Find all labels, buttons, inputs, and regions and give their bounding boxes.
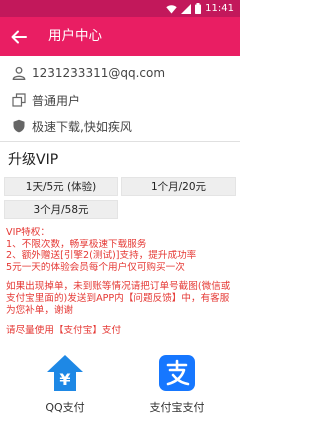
wifi-icon xyxy=(166,4,177,13)
layers-icon xyxy=(12,93,26,107)
app-bar: 用户中心 xyxy=(0,17,240,56)
user-email-row: 1231233311@qq.com xyxy=(12,63,165,83)
user-slogan: 极速下载,快如疾风 xyxy=(32,119,132,134)
plan-3-month-button[interactable]: 3个月/58元 xyxy=(4,200,118,219)
vip-notes: VIP特权： 1、不限次数，畅享极速下载服务 2、额外赠送[引擎2(测试)]支持… xyxy=(6,227,236,337)
notes-prefer-alipay: 请尽量使用【支付宝】支付 xyxy=(6,325,122,337)
notes-line-3: 5元一天的体验会员每个用户仅可购买一次 xyxy=(6,261,185,273)
user-email: 1231233311@qq.com xyxy=(32,66,166,80)
alipay-icon xyxy=(159,355,195,391)
qq-pay-label: QQ支付 xyxy=(45,401,85,414)
alipay-button[interactable]: 支付宝支付 xyxy=(122,347,232,426)
notes-line-1: 1、不限次数，畅享极速下载服务 xyxy=(6,238,147,250)
svg-text:¥: ¥ xyxy=(59,370,70,389)
battery-icon xyxy=(195,3,202,14)
user-slogan-row: 极速下载,快如疾风 xyxy=(12,116,132,136)
alipay-label: 支付宝支付 xyxy=(149,401,205,414)
payment-bar: ¥ QQ支付 支付宝支付 xyxy=(0,347,240,426)
person-icon xyxy=(12,66,26,80)
plan-1-month-button[interactable]: 1个月/20元 xyxy=(121,177,236,196)
status-bar: 11:41 xyxy=(0,0,240,17)
shield-icon xyxy=(12,119,26,133)
notes-heading: VIP特权： xyxy=(6,227,50,238)
user-level: 普通用户 xyxy=(32,93,81,108)
qq-pay-button[interactable]: ¥ QQ支付 xyxy=(10,347,120,426)
status-time: 11:41 xyxy=(205,3,234,14)
notes-missing-order: 如果出现掉单，未到账等情况请把订单号截图(微信或支付宝里面的)发送到APP内【问… xyxy=(6,281,231,316)
back-arrow-icon[interactable] xyxy=(10,28,28,46)
page-title: 用户中心 xyxy=(48,28,102,44)
divider xyxy=(0,141,240,142)
notes-line-2: 2、额外赠送[引擎2(测试)]支持，提升成功率 xyxy=(6,250,197,262)
user-level-row: 普通用户 xyxy=(12,90,80,110)
qq-pay-icon: ¥ xyxy=(47,355,83,391)
signal-icon xyxy=(181,3,192,14)
upgrade-vip-title: 升级VIP xyxy=(8,152,59,168)
plan-1-day-button[interactable]: 1天/5元 (体验) xyxy=(4,177,118,196)
